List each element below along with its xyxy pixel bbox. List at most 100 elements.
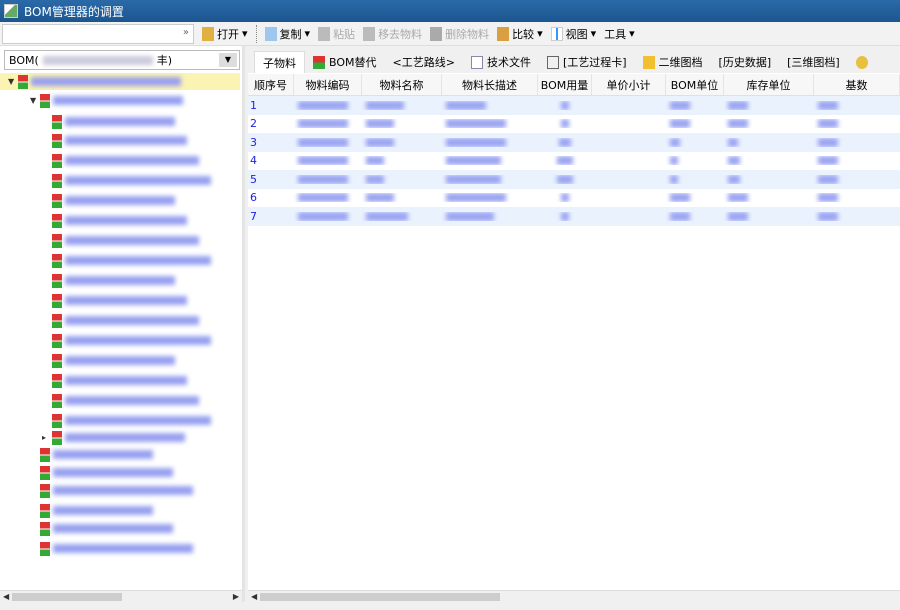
redacted-text (65, 276, 175, 285)
tree-node[interactable]: ▼ (30, 92, 183, 109)
paste-button[interactable]: 粘贴 (318, 26, 355, 42)
tab-history[interactable]: [历史数据] (711, 51, 780, 73)
table-horizontal-scrollbar[interactable]: ◀ (248, 590, 900, 602)
tree-node[interactable] (30, 502, 153, 519)
tree-node[interactable] (42, 132, 187, 149)
chevron-down-icon[interactable]: ▼ (219, 53, 237, 67)
expander-icon[interactable]: ▼ (8, 77, 18, 86)
redacted-text (670, 100, 690, 110)
tab-2d-drawings[interactable]: 二维图档 (635, 51, 711, 73)
tab-bar: 子物料 BOM替代 <工艺路线> 技术文件 [工艺过程卡] 二维图档 [历史数据… (248, 46, 900, 73)
copy-button[interactable]: 复制 ▾ (264, 26, 310, 42)
bom-selector[interactable]: BOM(丰) ▼ (4, 50, 240, 70)
material-icon (52, 233, 62, 248)
column-header[interactable]: 顺序号 (248, 74, 294, 95)
tree-node[interactable] (42, 392, 199, 409)
paste-icon (318, 26, 331, 41)
tree-node[interactable] (42, 172, 211, 189)
search-input[interactable]: » (2, 23, 194, 44)
expander-icon[interactable]: ▼ (30, 96, 40, 105)
tab-bom-substitute[interactable]: BOM替代 (305, 51, 385, 73)
child-materials-table: 顺序号 物料编码 物料名称 物料长描述 BOM用量 单价小计 BOM单位 库存单位 基数 1 2 3… (248, 74, 900, 226)
remove-material-button[interactable]: 移去物料 (363, 26, 422, 42)
tree-node[interactable] (42, 192, 175, 209)
column-header[interactable]: 物料名称 (362, 74, 442, 95)
redacted-text (366, 100, 404, 110)
column-header[interactable]: 库存单位 (724, 74, 814, 95)
tree-node[interactable] (42, 113, 175, 130)
tree-node[interactable] (30, 464, 173, 481)
tab-child-materials[interactable]: 子物料 (254, 51, 305, 73)
tools-button[interactable]: 工具 ▾ (604, 26, 635, 42)
tree-node[interactable]: ▼ (0, 73, 240, 90)
table-cell (666, 174, 724, 184)
material-icon (52, 114, 62, 129)
tree-horizontal-scrollbar[interactable]: ◀ ▶ (0, 590, 242, 602)
table-cell (538, 193, 592, 203)
redacted-text (366, 156, 384, 166)
redacted-text (53, 468, 173, 477)
table-cell (294, 137, 362, 147)
tab-process-card[interactable]: [工艺过程卡] (539, 51, 635, 73)
chevron-down-icon: ▾ (590, 27, 597, 40)
table-cell (724, 137, 814, 147)
redacted-text (65, 236, 199, 245)
expand-icon[interactable]: » (183, 27, 189, 38)
table-cell (814, 137, 900, 147)
table-cell (666, 193, 724, 203)
tree-node[interactable] (30, 520, 173, 537)
redacted-text (670, 119, 690, 129)
tab-3d-drawings[interactable]: [三维图档] (779, 51, 848, 73)
tab-routing[interactable]: <工艺路线> (385, 51, 463, 73)
column-header[interactable]: 物料编码 (294, 74, 362, 95)
tree-node[interactable] (42, 272, 175, 289)
column-header[interactable]: 单价小计 (592, 74, 666, 95)
view-button[interactable]: 视图 ▾ (550, 26, 597, 42)
redacted-text (670, 156, 678, 166)
tree-node[interactable] (42, 352, 175, 369)
redacted-text (366, 193, 394, 203)
column-header[interactable]: 物料长描述 (442, 74, 538, 95)
table-row[interactable]: 2 (248, 115, 900, 134)
table-header: 顺序号 物料编码 物料名称 物料长描述 BOM用量 单价小计 BOM单位 库存单位 基数 (248, 74, 900, 96)
material-icon (40, 503, 50, 518)
tab-3d-model[interactable] (848, 51, 876, 73)
tab-technical-docs[interactable]: 技术文件 (463, 51, 539, 73)
tree-node[interactable] (42, 252, 211, 269)
table-cell (724, 100, 814, 110)
table-row[interactable]: 3 (248, 133, 900, 152)
table-row[interactable]: 6 (248, 189, 900, 208)
tree-node[interactable] (42, 372, 187, 389)
redacted-text (446, 119, 506, 129)
redacted-text (728, 211, 748, 221)
column-header[interactable]: BOM用量 (538, 74, 592, 95)
tree-node[interactable] (30, 482, 193, 499)
redacted-text (670, 211, 690, 221)
material-icon (52, 373, 62, 388)
table-cell (442, 211, 538, 221)
tree-node[interactable] (30, 446, 153, 463)
table-cell (666, 119, 724, 129)
document-icon (470, 55, 483, 69)
table-row[interactable]: 1 (248, 96, 900, 115)
tree-node[interactable] (42, 232, 199, 249)
open-button[interactable]: 打开 ▾ (202, 26, 248, 42)
table-row[interactable]: 4 (248, 152, 900, 171)
column-header[interactable]: 基数 (814, 74, 900, 95)
delete-material-button[interactable]: 删除物料 (430, 26, 489, 42)
column-header[interactable]: BOM单位 (666, 74, 724, 95)
tree-node[interactable] (42, 152, 199, 169)
tree-node[interactable]: ▸ (42, 429, 185, 446)
tree-node[interactable] (42, 212, 187, 229)
table-row[interactable]: 7 (248, 207, 900, 226)
table-cell (814, 100, 900, 110)
table-cell (442, 137, 538, 147)
compare-button[interactable]: 比较 ▾ (497, 26, 543, 42)
tree-node[interactable] (42, 412, 211, 429)
tree-node[interactable] (42, 292, 187, 309)
tree-node[interactable] (30, 540, 193, 557)
tree-node[interactable] (42, 332, 211, 349)
expander-icon[interactable]: ▸ (42, 433, 52, 442)
tree-node[interactable] (42, 312, 199, 329)
table-row[interactable]: 5 (248, 170, 900, 189)
